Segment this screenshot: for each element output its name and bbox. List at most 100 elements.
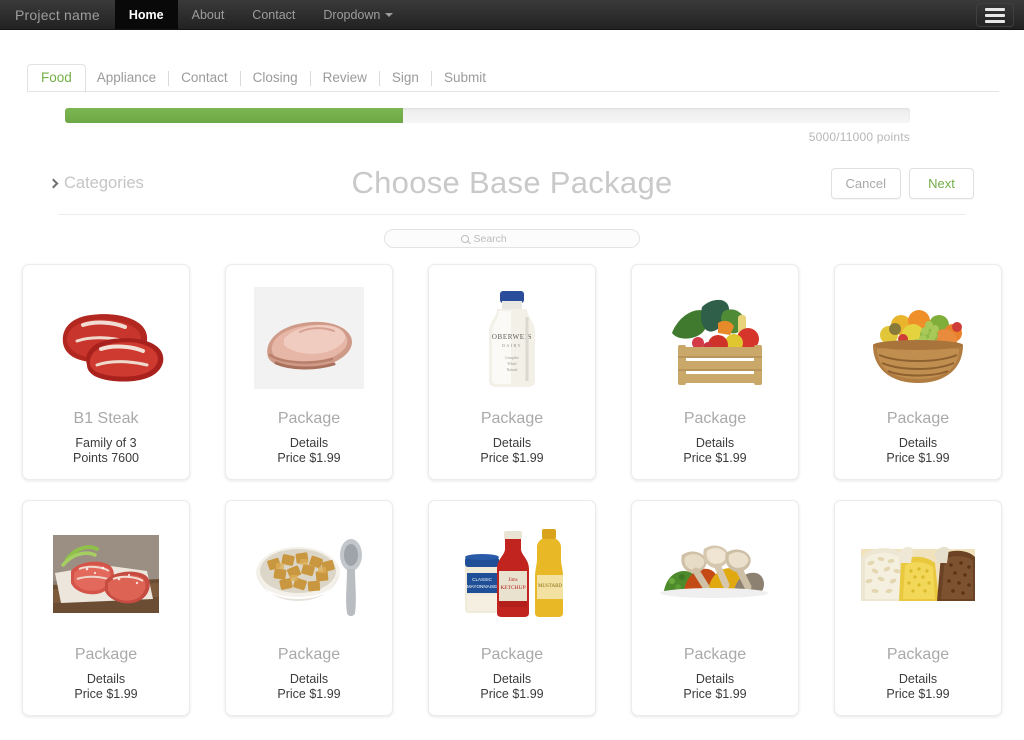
package-card[interactable]: B1 Steak Family of 3 Points 7600 [22,264,190,480]
package-card[interactable]: Package Details Price $1.99 [22,500,190,716]
package-card-detail: Details [492,672,532,686]
package-card-price: Price $1.99 [886,451,950,465]
chevron-right-icon [48,178,59,188]
package-card[interactable]: Package Details Price $1.99 [834,500,1002,716]
tab-separator [378,71,380,86]
package-card-detail: Details [289,436,329,450]
cancel-button[interactable]: Cancel [830,167,901,199]
tab-appliance[interactable]: Appliance [86,65,167,92]
header-actions: Cancel Next [830,167,974,199]
cereal-image [246,513,372,635]
svg-text:MAYONNAISE: MAYONNAISE [467,584,497,589]
package-card-price: Price $1.99 [277,451,341,465]
tab-review[interactable]: Review [312,65,378,92]
search-section [0,229,1024,248]
svg-text:Natural: Natural [507,368,518,372]
package-card-title: Package [480,646,544,663]
ham-image [246,277,372,399]
svg-text:Whole: Whole [507,362,517,366]
navlink-about[interactable]: About [178,0,239,29]
package-card-price: Points 7600 [72,451,140,465]
milk-image: OBERWEIS DAIRY Complete Whole Natural [449,277,575,399]
progress-track [65,108,910,123]
top-navbar: Project name Home About Contact Dropdown [0,0,1024,30]
package-card[interactable]: Package Details Price $1.99 [834,264,1002,480]
steak-image [43,277,169,399]
search-box[interactable] [384,229,640,248]
grains-image [855,513,981,635]
package-card[interactable]: Package Details Price $1.99 [631,500,799,716]
tab-closing[interactable]: Closing [242,65,309,92]
navlink-label: Dropdown [323,7,381,22]
next-button[interactable]: Next [909,167,974,199]
package-card-detail: Details [898,436,938,450]
svg-text:Jims: Jims [508,578,517,583]
tab-sign[interactable]: Sign [381,65,430,92]
package-card[interactable]: Package Details Price $1.99 [631,264,799,480]
package-card-detail: Details [695,672,735,686]
package-card[interactable]: OBERWEIS DAIRY Complete Whole Natural Pa… [428,264,596,480]
tab-separator [430,71,432,86]
package-card-title: Package [886,410,950,427]
navlink-label: Contact [252,7,296,22]
package-card-detail: Details [898,672,938,686]
page-header: Categories Choose Base Package Cancel Ne… [0,160,1024,206]
svg-text:MUSTARD: MUSTARD [538,584,562,589]
brand-project-name[interactable]: Project name [0,0,115,29]
search-icon [460,234,469,243]
condiments-image: CLASSIC MAYONNAISE Jims KETCHUP MUSTARD [449,513,575,635]
package-card-title: B1 Steak [73,410,139,427]
tab-food[interactable]: Food [27,64,86,93]
package-grid: B1 Steak Family of 3 Points 7600 Package De… [22,264,1002,716]
navlink-label: About [191,7,225,22]
categories-link[interactable]: Categories [48,174,144,193]
tabs-list: Food Appliance Contact Closing Review Sign Sub… [27,64,1024,93]
tab-separator [168,71,170,86]
search-input[interactable] [473,232,564,245]
tabs-underline [27,91,999,92]
hamburger-bar [985,13,1005,17]
navlink-home[interactable]: Home [114,0,178,29]
navbar-links: Home About Contact Dropdown [114,0,407,29]
navlink-dropdown[interactable]: Dropdown [309,0,407,29]
hamburger-bar [985,7,1005,11]
fruit-image [855,277,981,399]
svg-text:CLASSIC: CLASSIC [472,577,492,582]
hamburger-menu-icon[interactable] [976,3,1014,27]
tab-submit[interactable]: Submit [433,65,497,92]
progress-fill [65,108,403,123]
package-card-title: Package [277,410,341,427]
salmon-image [43,513,169,635]
package-card-price: Price $1.99 [277,687,341,701]
spices-image [652,513,778,635]
package-card[interactable]: Package Details Price $1.99 [225,264,393,480]
package-card-price: Price $1.99 [480,451,544,465]
package-card-detail: Details [289,672,329,686]
package-card-price: Price $1.99 [886,687,950,701]
tab-contact[interactable]: Contact [170,65,239,92]
tab-separator [309,71,311,86]
package-card-detail: Family of 3 [75,436,137,450]
package-card-title: Package [683,646,747,663]
package-card-price: Price $1.99 [683,687,747,701]
vegetables-image [652,277,778,399]
package-card-title: Package [277,646,341,663]
package-card-title: Package [886,646,950,663]
tab-separator [239,71,241,86]
package-card-title: Package [683,410,747,427]
package-card-price: Price $1.99 [480,687,544,701]
package-card-title: Package [480,410,544,427]
svg-text:Complete: Complete [505,356,519,360]
package-card[interactable]: Package Details Price $1.99 [225,500,393,716]
svg-text:DAIRY: DAIRY [502,343,522,348]
package-card[interactable]: CLASSIC MAYONNAISE Jims KETCHUP MUSTARD … [428,500,596,716]
package-card-price: Price $1.99 [74,687,138,701]
navlink-contact[interactable]: Contact [238,0,309,29]
package-card-detail: Details [86,672,126,686]
categories-label: Categories [64,173,144,192]
progress-points-label: 5000/11000 points [808,130,910,144]
wizard-tabs: Food Appliance Contact Closing Review Sign Sub… [0,64,1024,93]
package-card-price: Price $1.99 [683,451,747,465]
package-card-detail: Details [695,436,735,450]
progress-section: 5000/11000 points [0,108,1024,144]
